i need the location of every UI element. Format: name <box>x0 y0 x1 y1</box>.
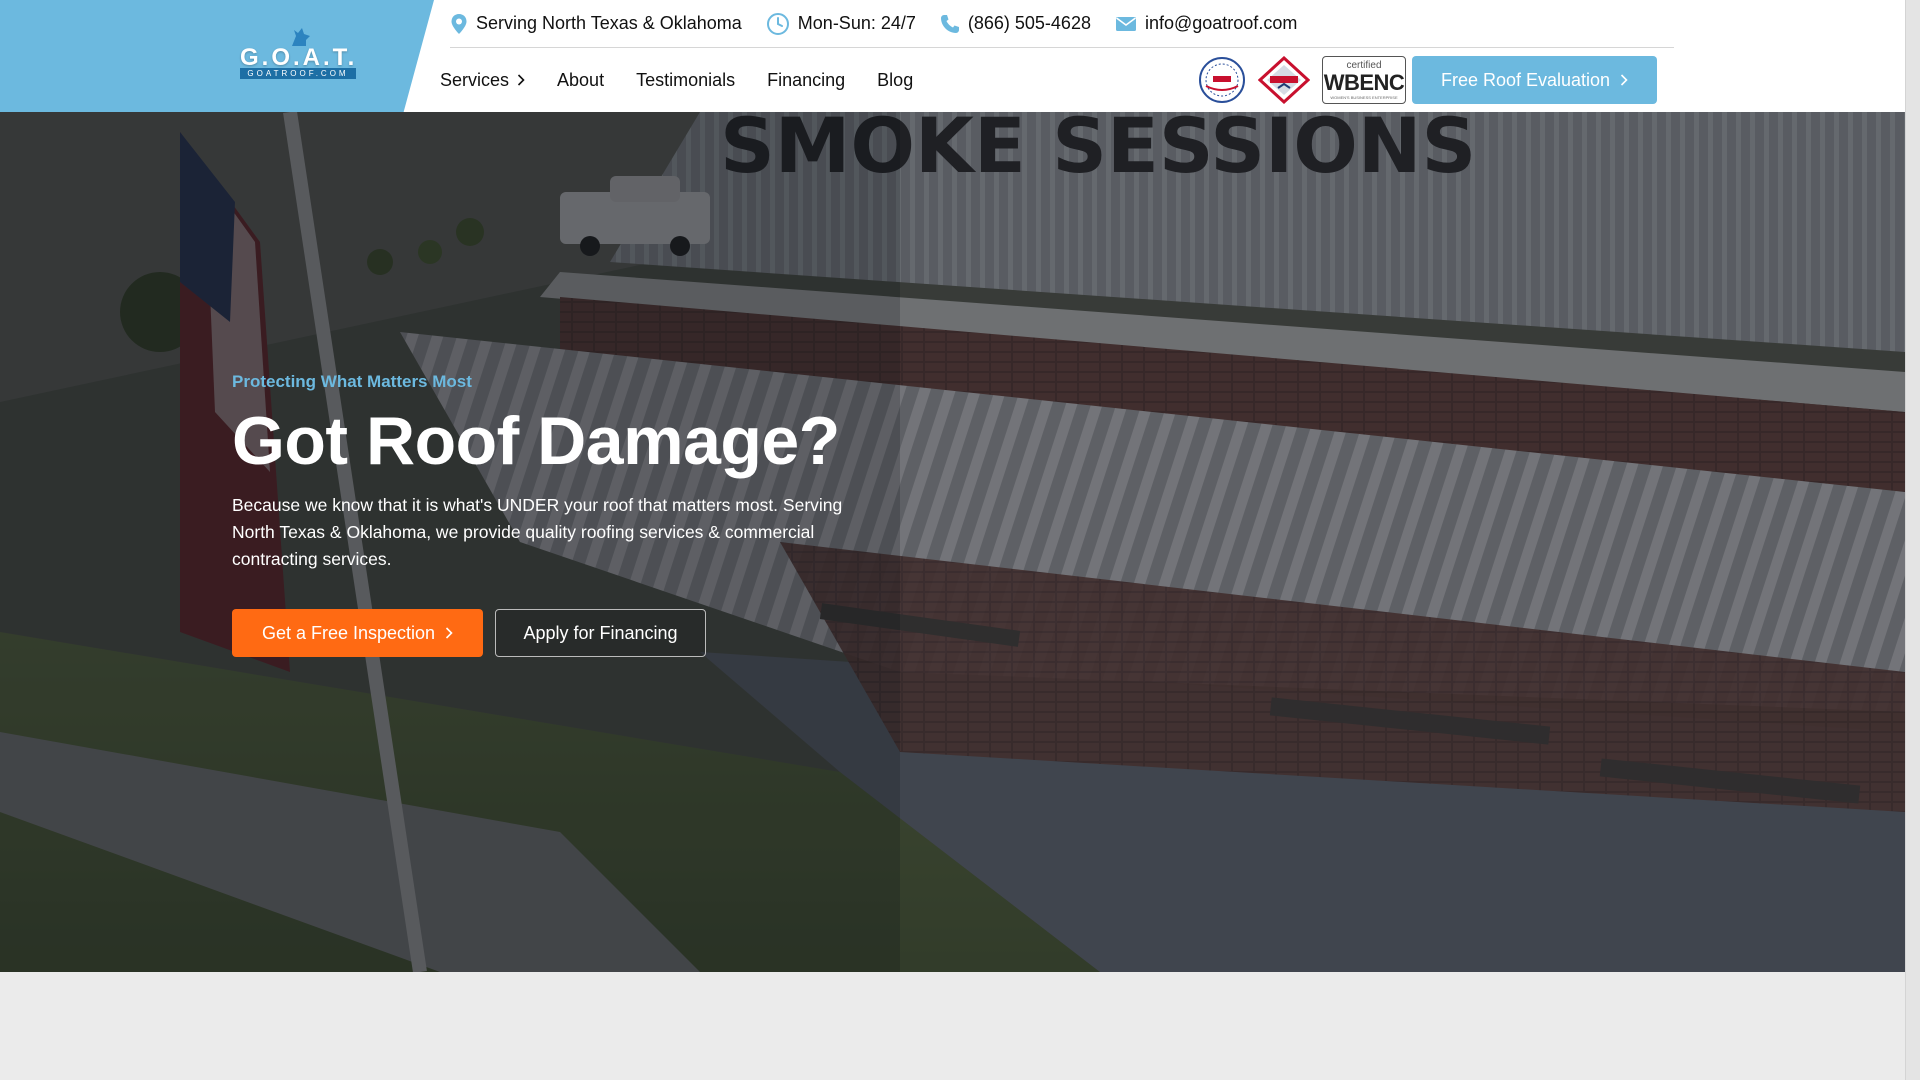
get-free-inspection-button[interactable]: Get a Free Inspection <box>232 609 483 657</box>
logo-panel <box>0 0 434 112</box>
main-nav: Services About Testimonials Financing Bl… <box>440 62 945 98</box>
chevron-right-icon <box>445 627 453 639</box>
hero-eyebrow: Protecting What Matters Most <box>232 372 472 391</box>
wbenc-badge: certified WBENC WOMEN'S BUSINESS ENTERPR… <box>1322 56 1406 104</box>
hero-description: Because we know that it is what's UNDER … <box>232 495 843 569</box>
nav-item-testimonials[interactable]: Testimonials <box>636 70 735 91</box>
button-label: Apply for Financing <box>523 622 678 643</box>
contact-bar: Serving North Texas & Oklahoma Mon-Sun: … <box>450 0 1674 48</box>
map-pin-icon <box>451 13 467 34</box>
chevron-right-icon <box>1620 74 1628 86</box>
nav-item-services[interactable]: Services <box>440 70 525 91</box>
award-seal-icon <box>1199 57 1245 103</box>
certified-diamond-icon <box>1258 56 1310 104</box>
nav-label: Testimonials <box>636 69 736 90</box>
logo-subline: GOATROOF.COM <box>240 68 356 79</box>
nav-label: Blog <box>877 69 914 90</box>
nav-label: Financing <box>767 69 846 90</box>
phone-info[interactable]: (866) 505-4628 <box>940 13 1091 34</box>
cta-label: Free Roof Evaluation <box>1440 69 1611 90</box>
site-logo[interactable]: G.O.A.T. GOATROOF.COM <box>240 28 356 84</box>
wbenc-subtext: WOMEN'S BUSINESS ENTERPRISE <box>1330 95 1398 100</box>
hero-headline: Got Roof Damage? <box>232 403 840 479</box>
nav-item-financing[interactable]: Financing <box>767 70 845 91</box>
page-scrollbar[interactable] <box>1905 0 1920 1080</box>
site-header: G.O.A.T. GOATROOF.COM Serving North Texa… <box>0 0 1905 112</box>
email-link[interactable]: info@goatroof.com <box>1145 13 1297 34</box>
nav-item-blog[interactable]: Blog <box>877 70 913 91</box>
hours-text: Mon-Sun: 24/7 <box>797 13 916 33</box>
hero-content: Protecting What Matters Most Got Roof Da… <box>232 372 872 657</box>
nav-item-about[interactable]: About <box>557 70 604 91</box>
wbenc-text: WBENC <box>1323 70 1405 95</box>
free-roof-evaluation-button[interactable]: Free Roof Evaluation <box>1412 56 1657 104</box>
phone-icon <box>940 14 959 33</box>
nav-label: Services <box>440 69 510 90</box>
clock-icon <box>766 12 789 35</box>
certification-badges: certified WBENC WOMEN'S BUSINESS ENTERPR… <box>1198 56 1418 104</box>
nav-label: About <box>557 69 605 90</box>
mail-icon <box>1115 16 1136 31</box>
apply-for-financing-button[interactable]: Apply for Financing <box>495 609 706 657</box>
phone-link[interactable]: (866) 505-4628 <box>968 13 1091 34</box>
hero-buttons: Get a Free Inspection Apply for Financin… <box>232 609 872 657</box>
button-label: Get a Free Inspection <box>261 622 436 643</box>
location-text: Serving North Texas & Oklahoma <box>476 13 742 33</box>
hours-info: Mon-Sun: 24/7 <box>766 12 916 36</box>
hero-section: SMOKE SESSIONS Protecting What Matters M… <box>0 112 1905 972</box>
chevron-right-icon <box>517 74 525 86</box>
email-info[interactable]: info@goatroof.com <box>1115 13 1297 34</box>
location-info: Serving North Texas & Oklahoma <box>450 13 742 35</box>
